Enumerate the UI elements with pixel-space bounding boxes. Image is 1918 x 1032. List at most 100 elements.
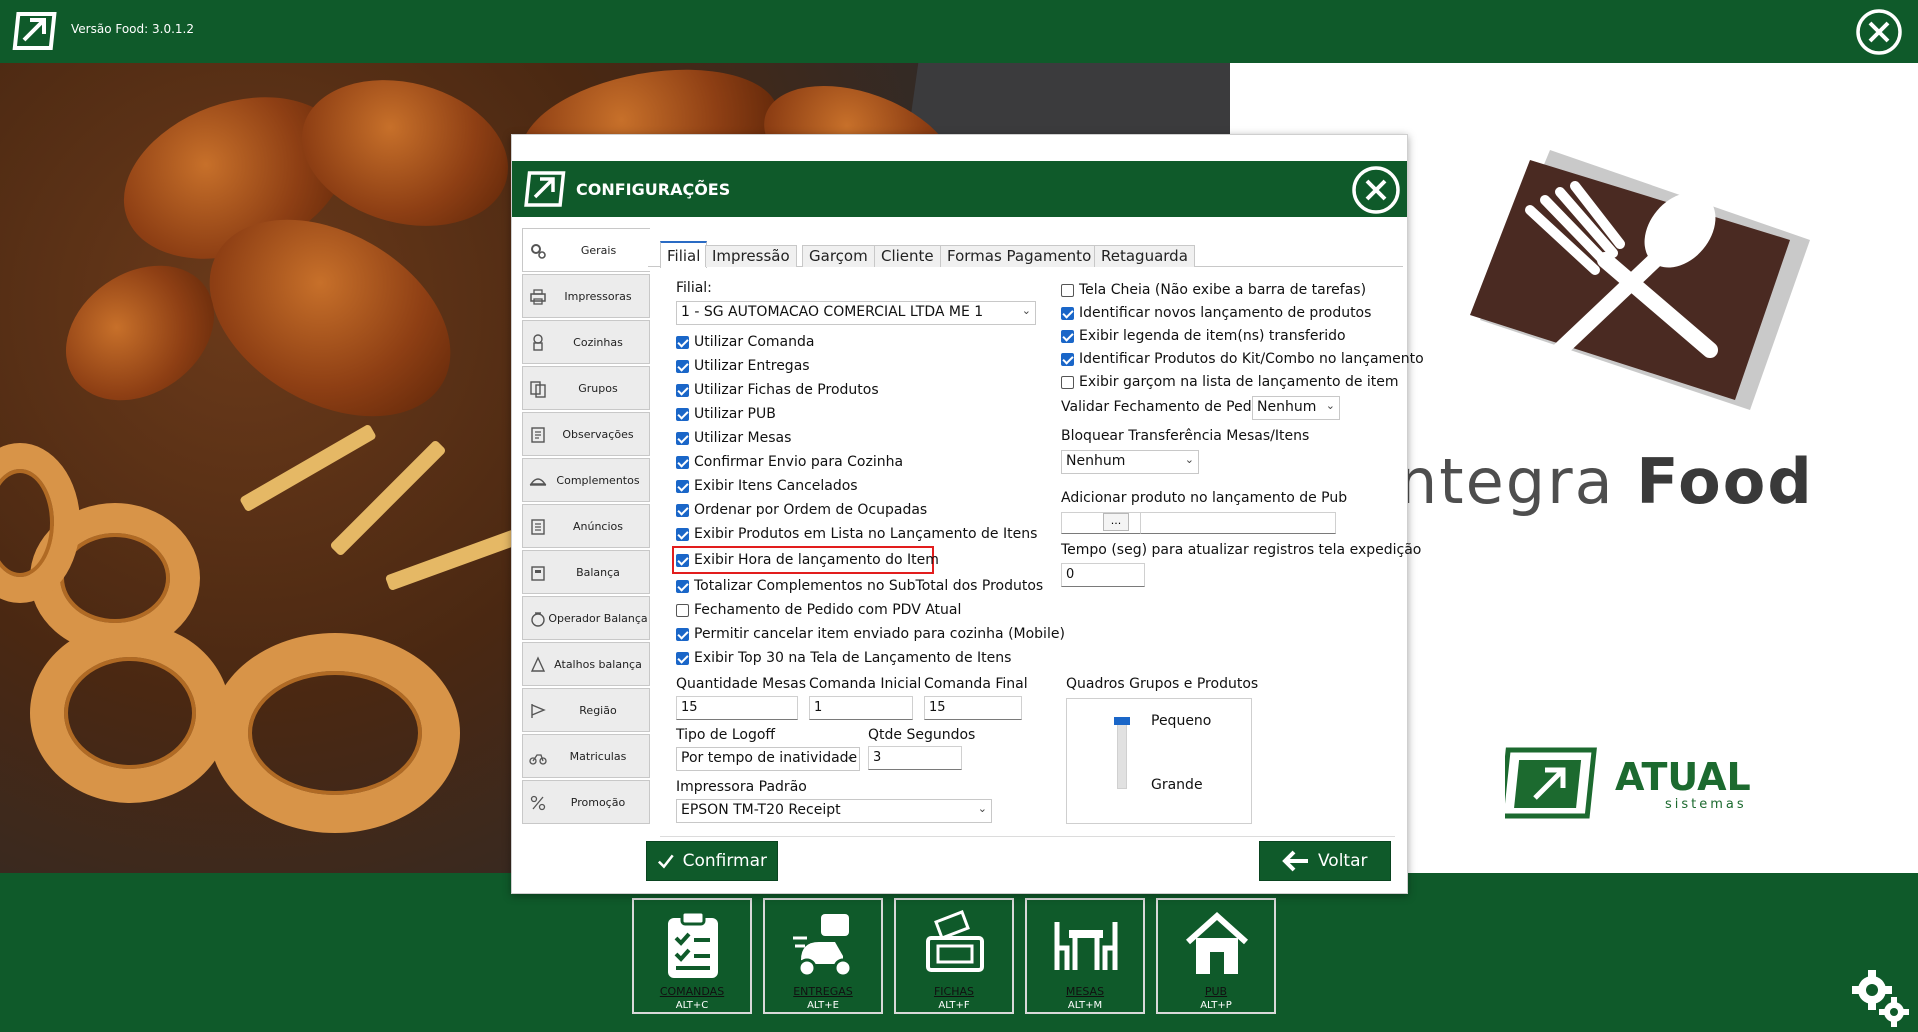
checkbox-box[interactable] <box>676 479 689 493</box>
tab-garcom[interactable]: Garçom <box>802 245 875 267</box>
side-item-anuncios[interactable]: Anúncios <box>522 504 650 548</box>
checkbox-box[interactable] <box>676 383 689 397</box>
checkbox-totalizar-complementos[interactable]: Totalizar Complementos no SubTotal dos P… <box>676 576 1043 596</box>
checkbox-box[interactable] <box>676 579 689 593</box>
side-item-regiao[interactable]: Região <box>522 688 650 732</box>
checkbox-label: Exibir garçom na lista de lançamento de … <box>1079 374 1399 390</box>
nav-comandas-button[interactable]: COMANDAS ALT+C <box>632 898 752 1014</box>
side-item-matriculas[interactable]: Matriculas <box>522 734 650 778</box>
checkbox-box[interactable] <box>676 407 689 421</box>
checkbox-utilizar-comanda[interactable]: Utilizar Comanda <box>676 332 814 352</box>
qtd-mesas-input[interactable]: 15 <box>676 696 798 720</box>
settings-gear-icon[interactable] <box>1850 968 1912 1028</box>
close-app-icon[interactable] <box>1854 7 1904 57</box>
size-slider-track[interactable] <box>1117 717 1127 789</box>
side-item-balanca[interactable]: Balança <box>522 550 650 594</box>
checkbox-ordenar-ocupadas[interactable]: Ordenar por Ordem de Ocupadas <box>676 500 927 520</box>
checkbox-identificar-novos[interactable]: Identificar novos lançamento de produtos <box>1061 303 1371 323</box>
nav-label: FICHAS <box>933 985 975 998</box>
nav-entregas-button[interactable]: ENTREGAS ALT+E <box>763 898 883 1014</box>
back-button[interactable]: Voltar <box>1259 841 1391 881</box>
qtd-mesas-label: Quantidade Mesas <box>676 676 806 692</box>
checkbox-box[interactable] <box>676 335 689 349</box>
document-icon <box>531 519 545 535</box>
checkbox-box[interactable] <box>676 553 689 567</box>
checkbox-hora-lancamento[interactable]: Exibir Hora de lançamento do Item <box>676 550 939 570</box>
checkbox-box[interactable] <box>676 527 689 541</box>
checkbox-box[interactable] <box>1061 329 1074 343</box>
checkbox-cancelar-item-mobile[interactable]: Permitir cancelar item enviado para cozi… <box>676 624 1065 644</box>
checkbox-utilizar-entregas[interactable]: Utilizar Entregas <box>676 356 810 376</box>
size-slider-thumb[interactable] <box>1114 717 1130 725</box>
dish-icon <box>529 478 547 486</box>
promotion-icon <box>530 795 546 811</box>
checkbox-tela-cheia[interactable]: Tela Cheia (Não exibe a barra de tarefas… <box>1061 280 1366 300</box>
tab-cliente[interactable]: Cliente <box>874 245 941 267</box>
validar-fechamento-select[interactable]: Nenhum ⌄ <box>1252 396 1340 420</box>
adicionar-produto-name-input[interactable] <box>1140 512 1336 534</box>
checkbox-confirmar-envio[interactable]: Confirmar Envio para Cozinha <box>676 452 903 472</box>
checkbox-box[interactable] <box>1061 306 1074 320</box>
browse-product-button[interactable]: ... <box>1103 513 1129 531</box>
confirm-button[interactable]: Confirmar <box>646 841 778 881</box>
size-option-grande[interactable]: Grande <box>1151 777 1203 793</box>
comanda-final-input[interactable]: 15 <box>924 696 1022 720</box>
side-item-atalhos-balanca[interactable]: Atalhos balança <box>522 642 650 686</box>
side-item-grupos[interactable]: Grupos <box>522 366 650 410</box>
scooter-icon <box>793 914 853 978</box>
tab-impressao[interactable]: Impressão <box>705 245 797 267</box>
dialog-logo-icon <box>524 171 566 207</box>
tab-filial[interactable]: Filial <box>660 241 708 268</box>
checkbox-box[interactable] <box>676 455 689 469</box>
checkbox-box[interactable] <box>676 359 689 373</box>
side-item-observacoes[interactable]: Observações <box>522 412 650 456</box>
tempo-atualizar-input[interactable]: 0 <box>1061 563 1145 587</box>
qtde-segundos-input[interactable]: 3 <box>868 746 962 770</box>
checkbox-exibir-garcom[interactable]: Exibir garçom na lista de lançamento de … <box>1061 372 1399 392</box>
checkbox-legenda-transferido[interactable]: Exibir legenda de item(ns) transferido <box>1061 326 1346 346</box>
tab-formas-pagamento[interactable]: Formas Pagamento <box>940 245 1099 267</box>
checkbox-top30[interactable]: Exibir Top 30 na Tela de Lançamento de I… <box>676 648 1011 668</box>
checkbox-box[interactable] <box>676 651 689 665</box>
checkbox-box[interactable] <box>1061 375 1074 389</box>
checkbox-utilizar-mesas[interactable]: Utilizar Mesas <box>676 428 791 448</box>
side-item-operador-balanca[interactable]: Operador Balança <box>522 596 650 640</box>
checkbox-box[interactable] <box>1061 283 1074 297</box>
comanda-inicial-input[interactable]: 1 <box>809 696 913 720</box>
checkbox-exibir-cancelados[interactable]: Exibir Itens Cancelados <box>676 476 858 496</box>
checkbox-label: Exibir Produtos em Lista no Lançamento d… <box>694 526 1038 542</box>
nav-fichas-button[interactable]: FICHAS ALT+F <box>894 898 1014 1014</box>
nav-pub-button[interactable]: PUB ALT+P <box>1156 898 1276 1014</box>
side-item-label: Balança <box>576 566 620 579</box>
svg-text:ATUAL: ATUAL <box>1615 755 1751 799</box>
tab-retaguarda[interactable]: Retaguarda <box>1094 245 1195 267</box>
nav-label: COMANDAS <box>659 985 725 998</box>
quadros-label: Quadros Grupos e Produtos <box>1066 676 1259 692</box>
side-item-cozinhas[interactable]: Cozinhas <box>522 320 650 364</box>
validar-fechamento-label: Validar Fechamento de Pedido <box>1061 399 1273 415</box>
side-item-promocao[interactable]: Promoção <box>522 780 650 824</box>
checkbox-label: Identificar Produtos do Kit/Combo no lan… <box>1079 351 1424 367</box>
checkbox-box[interactable] <box>676 503 689 517</box>
checkbox-kit-combo[interactable]: Identificar Produtos do Kit/Combo no lan… <box>1061 349 1424 369</box>
size-option-pequeno[interactable]: Pequeno <box>1151 713 1211 729</box>
atual-logo-icon: ATUAL sistemas <box>1505 747 1751 819</box>
side-item-complementos[interactable]: Complementos <box>522 458 650 502</box>
nav-shortcut: ALT+C <box>675 1000 709 1011</box>
bloquear-transferencia-select[interactable]: Nenhum ⌄ <box>1061 450 1199 474</box>
side-item-impressoras[interactable]: Impressoras <box>522 274 650 318</box>
checkbox-utilizar-fichas[interactable]: Utilizar Fichas de Produtos <box>676 380 879 400</box>
checkbox-utilizar-pub[interactable]: Utilizar PUB <box>676 404 776 424</box>
tipo-logoff-select[interactable]: Por tempo de inatividade ⌄ <box>676 747 860 771</box>
close-dialog-icon[interactable] <box>1350 165 1402 215</box>
checkbox-fechamento-pdv[interactable]: Fechamento de Pedido com PDV Atual <box>676 600 961 620</box>
checkbox-box[interactable] <box>676 603 689 617</box>
side-item-gerais[interactable]: Gerais <box>522 228 650 272</box>
nav-mesas-button[interactable]: MESAS ALT+M <box>1025 898 1145 1014</box>
checkbox-box[interactable] <box>1061 352 1074 366</box>
filial-select[interactable]: 1 - SG AUTOMACAO COMERCIAL LTDA ME 1 ⌄ <box>676 301 1036 325</box>
checkbox-box[interactable] <box>676 431 689 445</box>
checkbox-produtos-lista[interactable]: Exibir Produtos em Lista no Lançamento d… <box>676 524 1037 544</box>
checkbox-box[interactable] <box>676 627 689 641</box>
impressora-select[interactable]: EPSON TM-T20 Receipt ⌄ <box>676 799 992 823</box>
